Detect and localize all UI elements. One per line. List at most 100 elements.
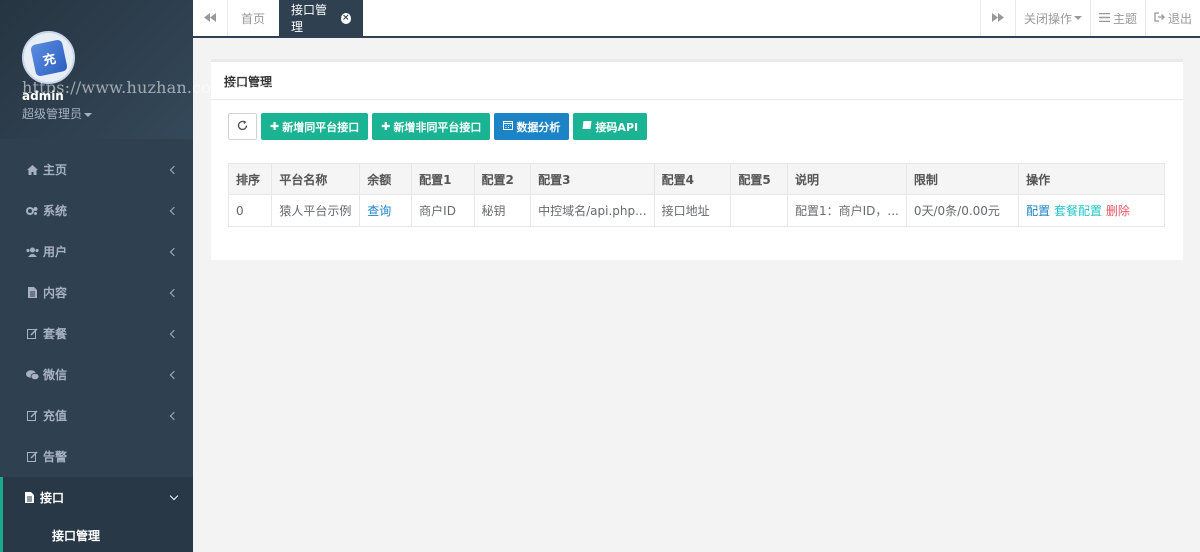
- file-icon: [25, 287, 39, 298]
- close-tabs-dropdown[interactable]: 关闭操作: [1014, 0, 1090, 36]
- column-header[interactable]: 说明: [787, 163, 907, 195]
- chevron-left-icon: [169, 370, 179, 379]
- sidebar-item-label: 内容: [43, 286, 68, 300]
- delete-link[interactable]: 删除: [1106, 204, 1130, 218]
- avatar-logo: 充: [29, 38, 68, 77]
- column-header[interactable]: 配置3: [530, 163, 655, 195]
- edit-icon: [25, 410, 39, 421]
- tab-label: 接口管理: [291, 3, 328, 34]
- top-right-tools: 关闭操作 主题 退出: [979, 0, 1200, 36]
- cell-config5: [730, 194, 788, 227]
- column-header[interactable]: 平台名称: [271, 163, 361, 195]
- button-label: 数据分析: [516, 120, 561, 134]
- column-header[interactable]: 配置5: [730, 163, 788, 195]
- close-icon[interactable]: ×: [340, 12, 351, 24]
- table-header-row: 排序 平台名称 余额 配置1 配置2 配置3 配置4 配置5 说明 限制 操作: [227, 163, 1165, 195]
- column-header[interactable]: 排序: [227, 163, 273, 195]
- backward-icon: [204, 11, 216, 25]
- wechat-icon: [25, 369, 39, 380]
- sign-out-icon: [1154, 11, 1165, 25]
- calendar-icon: [503, 120, 514, 133]
- tab-interface-manage[interactable]: 接口管理 ×: [279, 0, 363, 36]
- sidebar-item-interface[interactable]: 接口: [0, 477, 193, 518]
- chevron-down-icon: [169, 491, 179, 500]
- sidebar-subitem-label: 接口管理: [52, 528, 101, 543]
- edit-icon: [25, 328, 39, 339]
- sidebar-item-recharge[interactable]: 充值: [0, 395, 193, 436]
- column-header[interactable]: 配置4: [653, 163, 732, 195]
- config-link[interactable]: 配置: [1026, 204, 1050, 218]
- column-header[interactable]: 配置1: [411, 163, 475, 195]
- table-row: 0 猿人平台示例 查询 商户ID 秘钥 中控域名/api.php... 接口地址…: [227, 194, 1165, 227]
- sidebar: 充 admin 超级管理员 https://www.huzhan.com/ish…: [0, 0, 328, 552]
- query-balance-link[interactable]: 查询: [367, 204, 391, 218]
- sidebar-item-label: 微信: [43, 368, 68, 382]
- sidebar-item-users[interactable]: 用户: [0, 231, 193, 272]
- cogs-icon: [25, 206, 39, 216]
- sidebar-item-label: 用户: [43, 245, 68, 259]
- sidebar-item-label: 接口: [40, 491, 65, 505]
- chevron-left-icon: [169, 411, 179, 420]
- refresh-icon: [237, 119, 248, 135]
- data-analysis-button[interactable]: 数据分析: [494, 113, 570, 140]
- cell-balance: 查询: [359, 194, 413, 227]
- button-label: 接码API: [595, 120, 639, 134]
- column-header: 操作: [1018, 163, 1165, 195]
- chevron-left-icon: [169, 247, 179, 256]
- add-sync-interface-button[interactable]: ✚ 新增同平台接口: [261, 113, 369, 140]
- theme-button[interactable]: 主题: [1089, 0, 1145, 36]
- column-header[interactable]: 余额: [359, 163, 413, 195]
- interface-table: 排序 平台名称 余额 配置1 配置2 配置3 配置4 配置5 说明 限制 操作 …: [227, 163, 1165, 227]
- logout-label: 退出: [1167, 11, 1192, 26]
- cell-description: 配置1：商户ID，...: [787, 194, 907, 227]
- package-config-link[interactable]: 套餐配置: [1054, 204, 1102, 218]
- tab-label: 首页: [241, 11, 266, 26]
- tab-bar: 首页 接口管理 × 关闭操作 主题 退出: [193, 0, 1200, 38]
- api-button[interactable]: 接码API: [573, 113, 648, 140]
- column-header[interactable]: 限制: [905, 163, 1020, 195]
- caret-down-icon: [84, 112, 93, 117]
- avatar[interactable]: 充: [22, 31, 75, 84]
- sidebar-item-label: 套餐: [43, 327, 68, 341]
- user-name: admin: [22, 89, 64, 103]
- book-icon: [582, 120, 592, 133]
- sidebar-item-home[interactable]: 主页: [0, 149, 193, 190]
- chevron-left-icon: [169, 329, 179, 338]
- user-role-dropdown[interactable]: 超级管理员: [22, 105, 93, 122]
- logout-button[interactable]: 退出: [1144, 0, 1200, 36]
- sidebar-item-package[interactable]: 套餐: [0, 313, 193, 354]
- edit-icon: [25, 451, 39, 462]
- refresh-button[interactable]: [228, 113, 257, 140]
- sidebar-item-wechat[interactable]: 微信: [0, 354, 193, 395]
- scroll-right-button[interactable]: [979, 0, 1015, 36]
- chevron-left-icon: [169, 206, 179, 215]
- button-label: 新增非同平台接口: [393, 120, 482, 134]
- sidebar-subitem-interface-manage[interactable]: 接口管理: [0, 518, 193, 552]
- cell-platform-name: 猿人平台示例: [271, 194, 361, 227]
- cell-limit: 0天/0条/0.00元: [905, 194, 1020, 227]
- sidebar-item-label: 主页: [43, 163, 68, 177]
- column-header[interactable]: 配置2: [473, 163, 532, 195]
- cell-config4: 接口地址: [653, 194, 732, 227]
- scroll-left-button[interactable]: [193, 0, 228, 36]
- chevron-left-icon: [169, 288, 179, 297]
- tab-home[interactable]: 首页: [229, 0, 277, 36]
- sidebar-item-system[interactable]: 系统: [0, 190, 193, 231]
- theme-label: 主题: [1112, 11, 1137, 26]
- sidebar-item-content[interactable]: 内容: [0, 272, 193, 313]
- cell-sort: 0: [227, 194, 273, 227]
- plus-icon: ✚: [381, 120, 391, 133]
- caret-down-icon: [1073, 16, 1082, 20]
- forward-icon: [991, 11, 1004, 25]
- home-icon: [25, 164, 39, 175]
- cell-actions: 配置 套餐配置 删除: [1018, 194, 1165, 227]
- sidebar-item-label: 充值: [43, 409, 68, 423]
- users-icon: [25, 247, 39, 257]
- sidebar-item-alert[interactable]: 告警: [0, 436, 193, 477]
- cell-config1: 商户ID: [411, 194, 475, 227]
- plus-icon: ✚: [270, 120, 280, 133]
- add-async-interface-button[interactable]: ✚ 新增非同平台接口: [372, 113, 491, 140]
- file-icon: [22, 492, 36, 503]
- cell-config2: 秘钥: [473, 194, 532, 227]
- button-label: 新增同平台接口: [282, 120, 360, 134]
